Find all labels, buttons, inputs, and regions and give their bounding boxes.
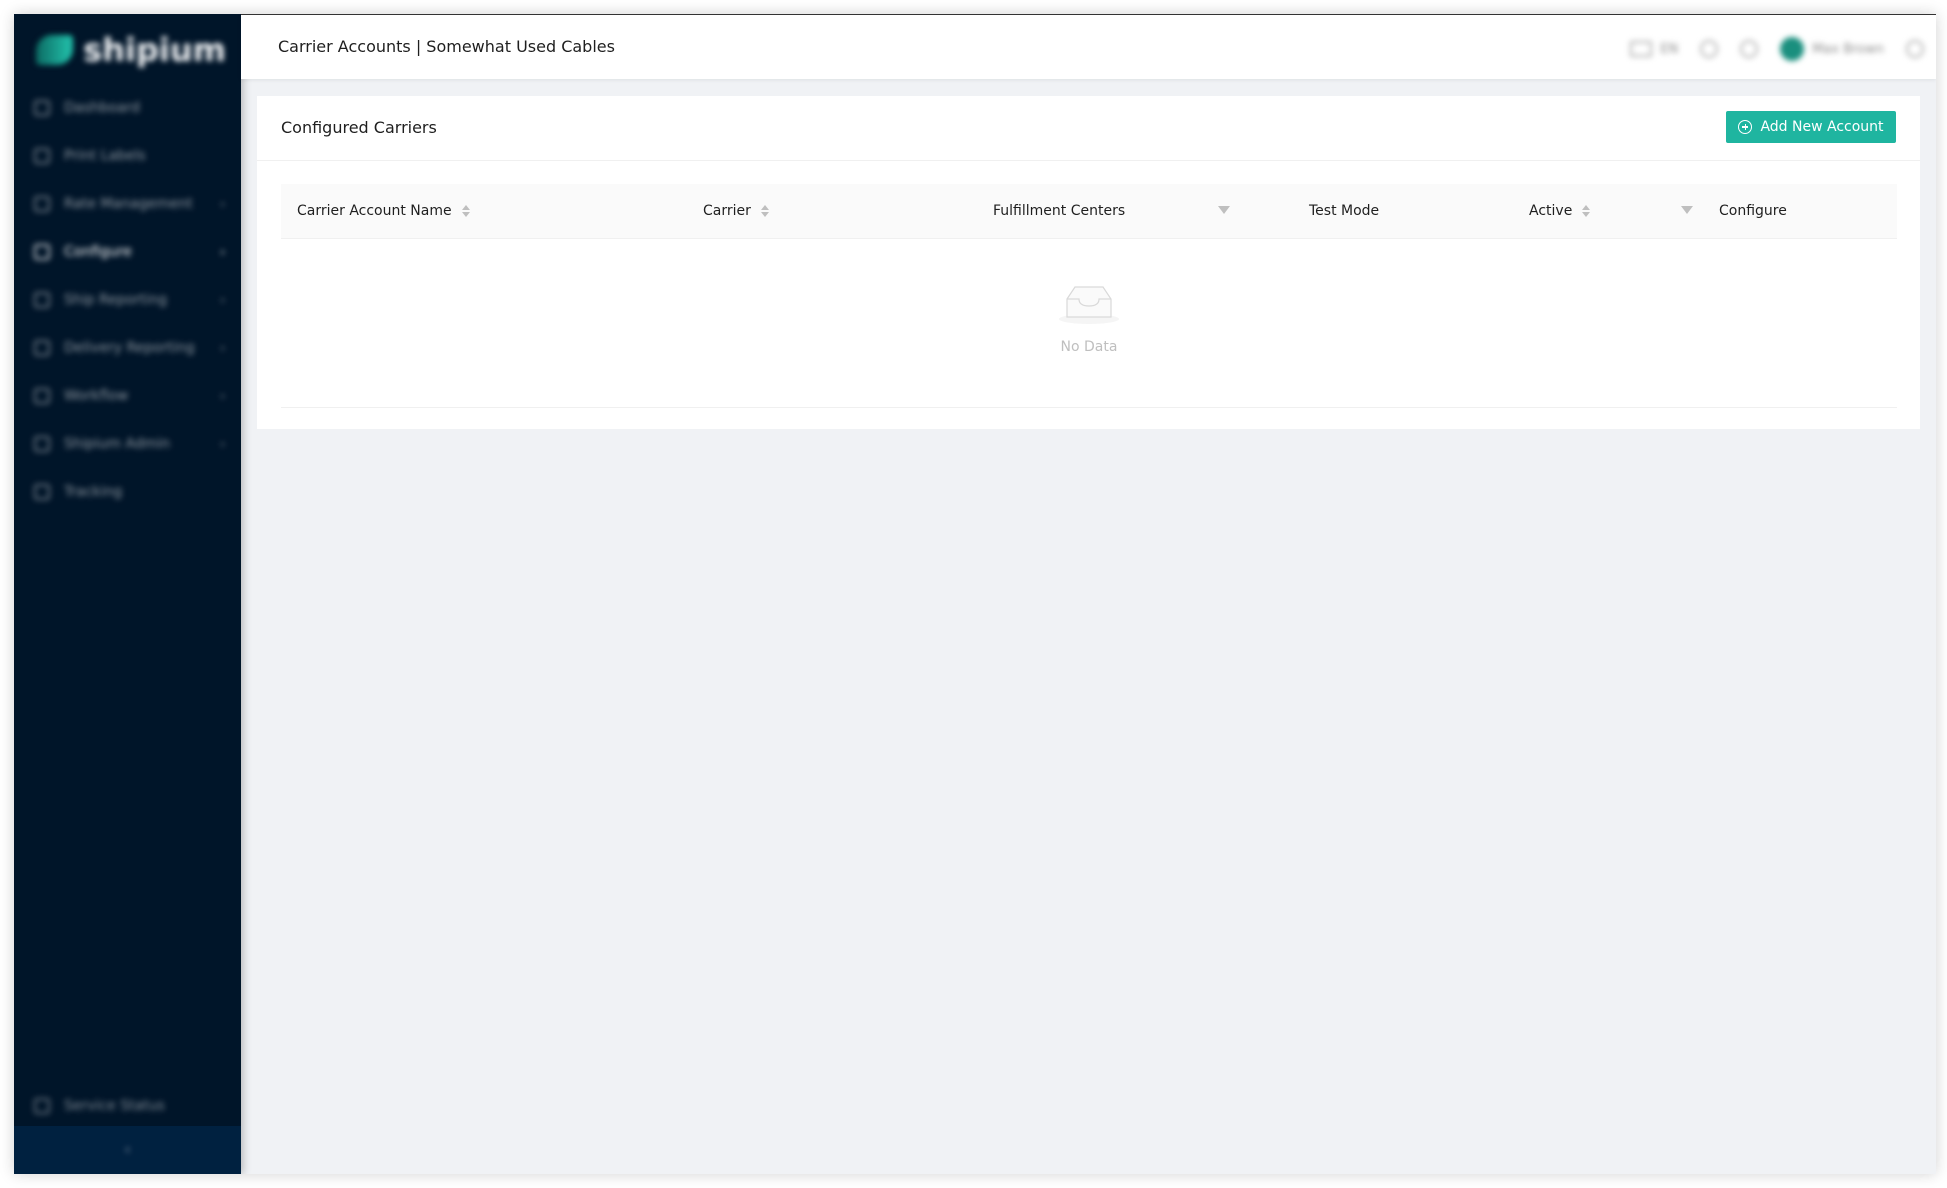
search-icon[interactable] — [1700, 40, 1719, 58]
bell-icon[interactable] — [1740, 40, 1759, 58]
workflow-icon — [34, 388, 50, 404]
add-new-account-button[interactable]: Add New Account — [1726, 111, 1896, 143]
header-tools: EN Max Brown — [1630, 33, 1924, 65]
dashboard-icon — [34, 100, 50, 116]
column-label: Carrier Account Name — [297, 203, 452, 219]
sidebar-collapse-button[interactable]: ‹ — [14, 1126, 241, 1174]
report-icon — [34, 292, 50, 308]
status-icon — [34, 1098, 50, 1114]
user-name: Max Brown — [1812, 41, 1884, 57]
admin-icon — [34, 436, 50, 452]
page-title: Carrier Accounts | Somewhat Used Cables — [278, 37, 615, 56]
column-header-active[interactable]: Active — [1529, 203, 1591, 219]
chevron-right-icon: › — [220, 389, 225, 403]
tag-icon — [34, 196, 50, 212]
logo-mark-icon — [36, 35, 74, 65]
table-header: Carrier Account Name Carrier Fulfillment… — [281, 184, 1897, 239]
sidebar-nav: Dashboard Print Labels Rate Management ›… — [14, 84, 241, 516]
column-label: Carrier — [703, 203, 751, 219]
sidebar-item-print-labels[interactable]: Print Labels — [14, 132, 241, 180]
sidebar-item-label: Dashboard — [64, 100, 140, 116]
column-label: Active — [1529, 203, 1573, 219]
language-label: EN — [1660, 41, 1679, 57]
sidebar-item-label: Ship Reporting — [64, 292, 168, 308]
sidebar-item-configure[interactable]: Configure › — [14, 228, 241, 276]
sidebar-item-delivery-reporting[interactable]: Delivery Reporting › — [14, 324, 241, 372]
chevron-left-icon: ‹ — [124, 1142, 131, 1158]
app-window: shipium Dashboard Print Labels Rate Mana… — [14, 14, 1936, 1174]
chevron-right-icon: › — [220, 293, 225, 307]
sidebar: shipium Dashboard Print Labels Rate Mana… — [14, 14, 241, 1174]
empty-state-text: No Data — [1060, 339, 1118, 355]
sidebar-item-rate-management[interactable]: Rate Management › — [14, 180, 241, 228]
sidebar-item-dashboard[interactable]: Dashboard — [14, 84, 241, 132]
sidebar-item-label: Configure — [64, 244, 132, 260]
sidebar-item-label: Print Labels — [64, 148, 146, 164]
add-new-account-label: Add New Account — [1760, 119, 1884, 135]
settings-icon[interactable] — [1906, 40, 1924, 58]
brand-logo[interactable]: shipium — [36, 28, 226, 72]
card-header: Configured Carriers Add New Account — [257, 96, 1920, 161]
empty-inbox-icon — [1059, 286, 1119, 324]
plus-circle-icon — [1738, 120, 1753, 134]
card-title: Configured Carriers — [281, 118, 437, 137]
carrier-accounts-table: Carrier Account Name Carrier Fulfillment… — [281, 184, 1897, 408]
language-switcher[interactable]: EN — [1630, 41, 1678, 57]
sidebar-item-shipium-admin[interactable]: Shipium Admin › — [14, 420, 241, 468]
sort-icon[interactable] — [461, 205, 470, 217]
column-header-test-mode: Test Mode — [1309, 203, 1379, 219]
column-header-fulfillment-centers: Fulfillment Centers — [993, 203, 1125, 219]
sidebar-item-workflow[interactable]: Workflow › — [14, 372, 241, 420]
chevron-down-icon: › — [220, 245, 225, 259]
avatar — [1780, 37, 1805, 61]
sidebar-item-label: Workflow — [64, 388, 129, 404]
sidebar-item-label: Delivery Reporting — [64, 340, 195, 356]
configured-carriers-card: Configured Carriers Add New Account Carr… — [257, 96, 1920, 429]
sort-icon[interactable] — [1582, 205, 1591, 217]
sidebar-item-label: Service Status — [64, 1098, 165, 1114]
sidebar-item-service-status[interactable]: Service Status — [34, 1098, 165, 1114]
chevron-right-icon: › — [220, 341, 225, 355]
column-header-configure: Configure — [1719, 203, 1787, 219]
column-header-carrier-account-name[interactable]: Carrier Account Name — [297, 203, 470, 219]
top-header: Carrier Accounts | Somewhat Used Cables … — [241, 14, 1936, 79]
chart-icon — [34, 340, 50, 356]
sidebar-item-tracking[interactable]: Tracking — [14, 468, 241, 516]
sidebar-item-label: Shipium Admin — [64, 436, 171, 452]
sidebar-item-label: Rate Management — [64, 196, 193, 212]
column-label: Test Mode — [1309, 203, 1380, 219]
column-header-carrier[interactable]: Carrier — [703, 203, 769, 219]
translate-icon — [1630, 41, 1653, 57]
settings-icon — [34, 244, 50, 260]
sidebar-item-ship-reporting[interactable]: Ship Reporting › — [14, 276, 241, 324]
filter-icon[interactable] — [1218, 206, 1230, 214]
chevron-right-icon: › — [220, 437, 225, 451]
table-empty-state: No Data — [281, 239, 1897, 408]
chevron-right-icon: › — [220, 197, 225, 211]
sort-icon[interactable] — [760, 205, 769, 217]
filter-icon[interactable] — [1681, 206, 1693, 214]
sidebar-item-label: Tracking — [64, 484, 123, 500]
user-menu[interactable]: Max Brown — [1780, 37, 1884, 61]
column-label: Configure — [1719, 203, 1787, 219]
tracking-icon — [34, 484, 50, 500]
printer-icon — [34, 148, 50, 164]
column-label: Fulfillment Centers — [993, 203, 1126, 219]
logo-text: shipium — [83, 31, 226, 69]
